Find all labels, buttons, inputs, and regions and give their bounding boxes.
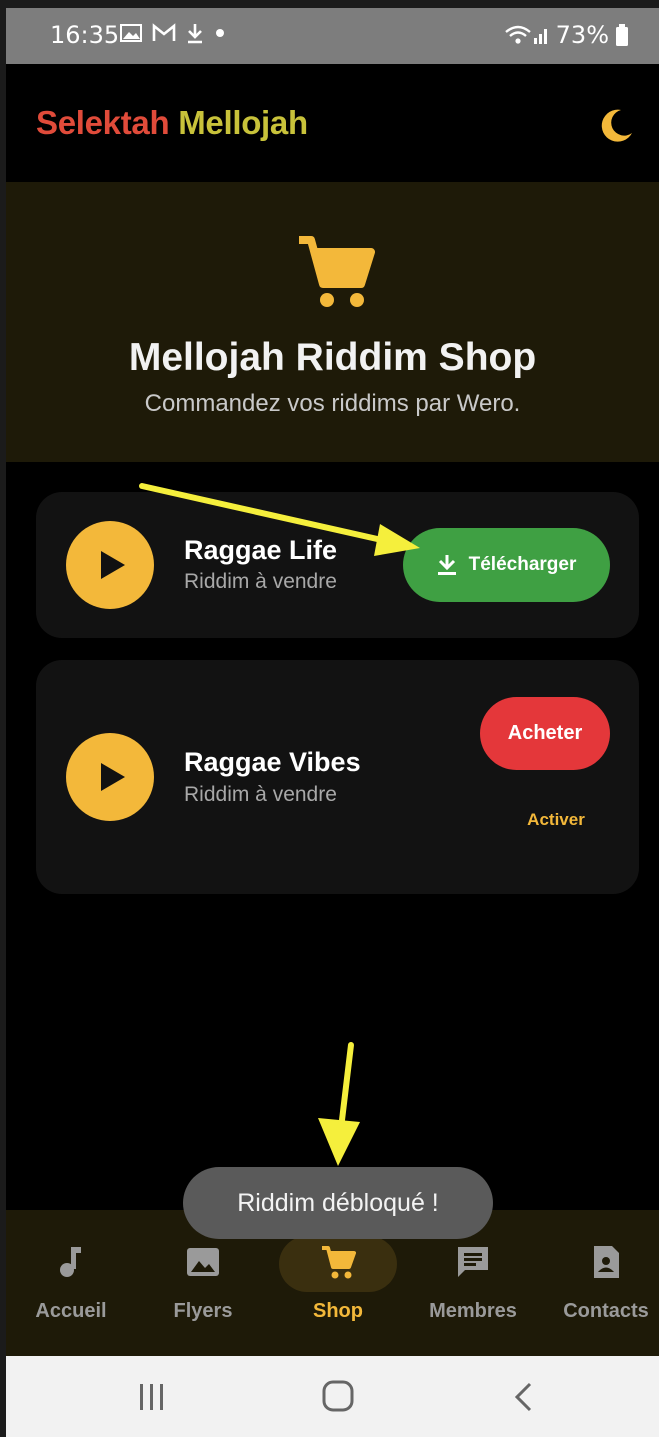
phone-screen: 16:35 73% Selektah Mellojah Mellojah Rid… (6, 8, 659, 1437)
music-note-icon (60, 1247, 81, 1277)
gallery-icon (120, 24, 142, 42)
shop-title: Mellojah Riddim Shop (128, 336, 537, 379)
riddim-subtitle: Riddim à vendre (184, 570, 337, 593)
status-notification-icons (120, 22, 226, 44)
moon-icon[interactable] (597, 107, 635, 145)
app-title-first: Selektah (36, 104, 179, 141)
app-title: Selektah Mellojah (36, 104, 308, 142)
battery-icon (616, 24, 628, 46)
nav-label: Accueil (35, 1300, 107, 1322)
download-status-icon (188, 24, 202, 44)
nav-item-contacts[interactable]: Contacts (541, 1210, 659, 1356)
status-bar: 16:35 73% (6, 8, 659, 64)
app-title-second: Mellojah (178, 104, 308, 141)
arrow-annotation (318, 1042, 360, 1166)
riddim-card: Raggae Life Riddim à vendre Télécharger (36, 492, 639, 638)
chat-icon (458, 1247, 488, 1277)
battery-percent: 73% (555, 21, 609, 49)
nav-label: Membres (429, 1300, 517, 1322)
download-icon (437, 555, 456, 575)
shop-subtitle: Commandez vos riddims par Wero. (144, 390, 521, 417)
nav-item-accueil[interactable]: Accueil (6, 1210, 136, 1356)
riddim-title: Raggae Life (184, 535, 338, 565)
contact-card-icon (594, 1246, 619, 1278)
play-icon (101, 763, 125, 791)
cart-icon (299, 236, 375, 307)
riddim-card: Raggae Vibes Riddim à vendre Acheter Act… (36, 660, 639, 894)
dot-icon (216, 29, 224, 37)
status-right: 73% (504, 21, 629, 49)
home-icon[interactable] (318, 1380, 358, 1414)
nav-label: Shop (313, 1300, 363, 1322)
nav-label: Contacts (563, 1300, 649, 1322)
image-icon (187, 1248, 219, 1276)
status-time: 16:35 (50, 21, 120, 49)
app-bar: Selektah Mellojah (6, 64, 659, 182)
gmail-icon (152, 23, 176, 41)
nav-label: Flyers (173, 1300, 233, 1322)
wifi-signal-icon (504, 25, 547, 44)
toast-message: Riddim débloqué ! (183, 1167, 493, 1239)
buy-button[interactable]: Acheter (480, 697, 610, 770)
activate-button[interactable]: Activer (516, 810, 596, 830)
play-icon (101, 551, 125, 579)
play-button[interactable] (66, 521, 154, 609)
shop-hero: Mellojah Riddim Shop Commandez vos riddi… (6, 182, 659, 462)
riddim-subtitle: Riddim à vendre (184, 783, 337, 806)
recent-apps-icon[interactable] (132, 1380, 172, 1414)
cart-icon (322, 1246, 356, 1279)
system-navigation-bar (6, 1356, 659, 1437)
download-button-label: Télécharger (468, 554, 577, 575)
download-button[interactable]: Télécharger (403, 528, 610, 602)
riddim-title: Raggae Vibes (184, 747, 361, 777)
play-button[interactable] (66, 733, 154, 821)
back-icon[interactable] (504, 1380, 544, 1414)
